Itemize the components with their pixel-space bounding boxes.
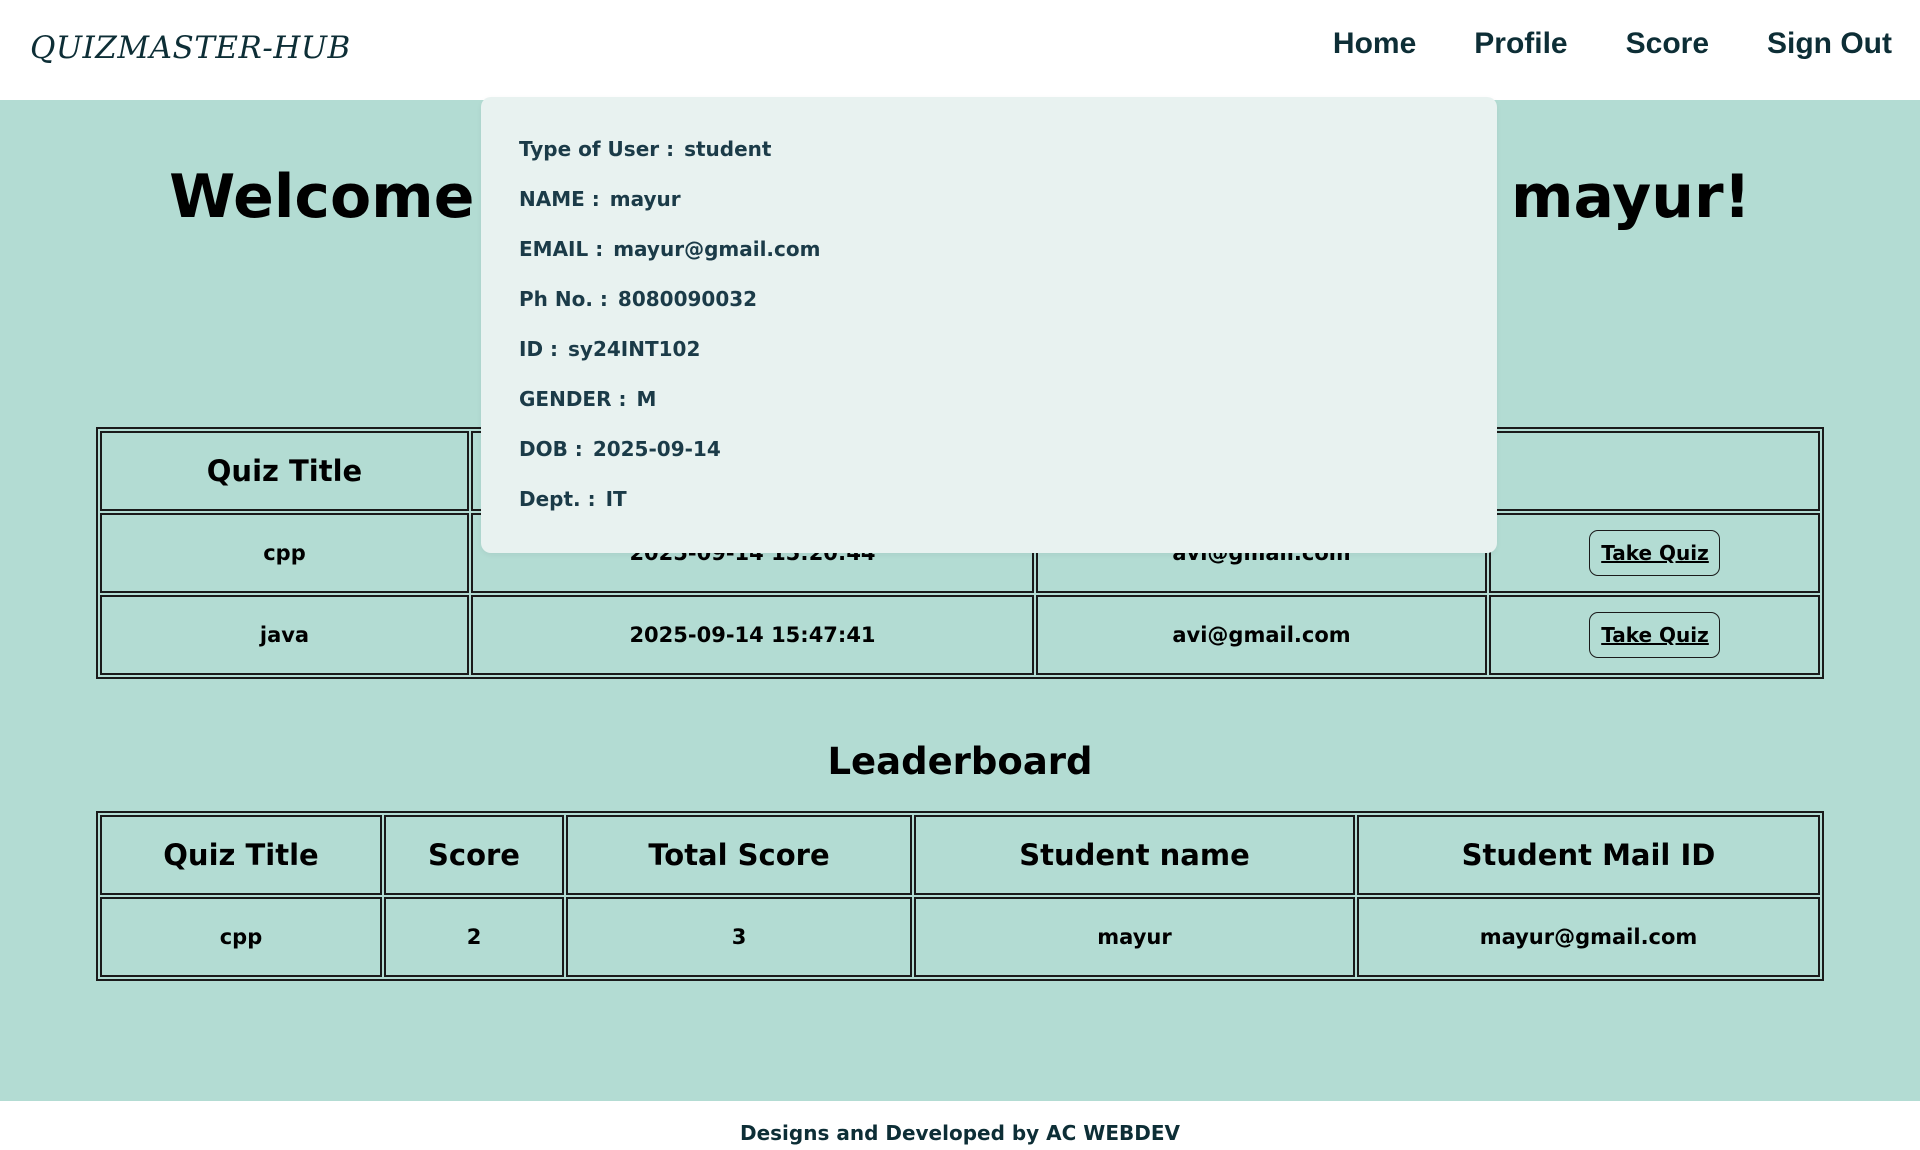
- table-row: java 2025-09-14 15:47:41 avi@gmail.com T…: [100, 595, 1820, 675]
- brand-logo[interactable]: QUIZMASTER-HUB: [30, 30, 351, 66]
- lb-total-score-header: Total Score: [566, 815, 912, 895]
- lb-mail-cell: mayur@gmail.com: [1357, 897, 1820, 977]
- profile-label: GENDER :: [519, 387, 627, 411]
- footer-credit: Designs and Developed by AC WEBDEV: [739, 1121, 1181, 1145]
- profile-dob: DOB : 2025-09-14: [519, 437, 721, 461]
- quiz-action-cell: Take Quiz: [1489, 595, 1820, 675]
- profile-dropdown: Type of User : student NAME : mayur EMAIL …: [481, 97, 1497, 553]
- lb-student-mail-header: Student Mail ID: [1357, 815, 1820, 895]
- main-nav: Home Profile Score Sign Out: [1275, 27, 1892, 61]
- take-quiz-button[interactable]: Take Quiz: [1589, 530, 1720, 576]
- profile-email: EMAIL : mayur@gmail.com: [519, 237, 820, 261]
- nav-home-link[interactable]: Home: [1333, 27, 1416, 61]
- profile-value: sy24INT102: [568, 337, 701, 361]
- quiz-title-cell: java: [100, 595, 469, 675]
- profile-gender: GENDER : M: [519, 387, 656, 411]
- top-header: QUIZMASTER-HUB Home Profile Score Sign O…: [0, 0, 1920, 100]
- quiz-title-header: Quiz Title: [100, 431, 469, 511]
- profile-label: ID :: [519, 337, 559, 361]
- profile-phone: Ph No. : 8080090032: [519, 287, 757, 311]
- profile-user-type: Type of User : student: [519, 137, 771, 161]
- lb-total-cell: 3: [566, 897, 912, 977]
- profile-label: Dept. :: [519, 487, 596, 511]
- lb-score-cell: 2: [384, 897, 564, 977]
- leaderboard-table: Quiz Title Score Total Score Student nam…: [96, 811, 1824, 981]
- profile-label: DOB :: [519, 437, 583, 461]
- quiz-action-header: [1489, 431, 1820, 511]
- profile-value: mayur: [609, 187, 681, 211]
- profile-value: IT: [605, 487, 627, 511]
- nav-profile-link[interactable]: Profile: [1474, 27, 1567, 61]
- nav-signout-link[interactable]: Sign Out: [1767, 27, 1892, 61]
- lb-quiz-cell: cpp: [100, 897, 382, 977]
- leaderboard-title: Leaderboard: [827, 740, 1093, 783]
- lb-score-header: Score: [384, 815, 564, 895]
- profile-label: NAME :: [519, 187, 600, 211]
- quiz-author-cell: avi@gmail.com: [1036, 595, 1487, 675]
- profile-value: M: [636, 387, 657, 411]
- lb-quiz-title-header: Quiz Title: [100, 815, 382, 895]
- profile-label: Ph No. :: [519, 287, 608, 311]
- quiz-action-cell: Take Quiz: [1489, 513, 1820, 593]
- leaderboard-header-row: Quiz Title Score Total Score Student nam…: [100, 815, 1820, 895]
- profile-label: Type of User :: [519, 137, 675, 161]
- quiz-title-cell: cpp: [100, 513, 469, 593]
- nav-score-link[interactable]: Score: [1626, 27, 1709, 61]
- profile-value: student: [684, 137, 772, 161]
- table-row: cpp 2 3 mayur mayur@gmail.com: [100, 897, 1820, 977]
- profile-dept: Dept. : IT: [519, 487, 627, 511]
- profile-label: EMAIL :: [519, 237, 604, 261]
- profile-name: NAME : mayur: [519, 187, 681, 211]
- take-quiz-button[interactable]: Take Quiz: [1589, 612, 1720, 658]
- lb-name-cell: mayur: [914, 897, 1355, 977]
- profile-value: 2025-09-14: [592, 437, 721, 461]
- profile-id: ID : sy24INT102: [519, 337, 700, 361]
- page-footer: Designs and Developed by AC WEBDEV: [0, 1101, 1920, 1150]
- quiz-date-cell: 2025-09-14 15:47:41: [471, 595, 1034, 675]
- profile-value: 8080090032: [617, 287, 758, 311]
- profile-value: mayur@gmail.com: [613, 237, 821, 261]
- lb-student-name-header: Student name: [914, 815, 1355, 895]
